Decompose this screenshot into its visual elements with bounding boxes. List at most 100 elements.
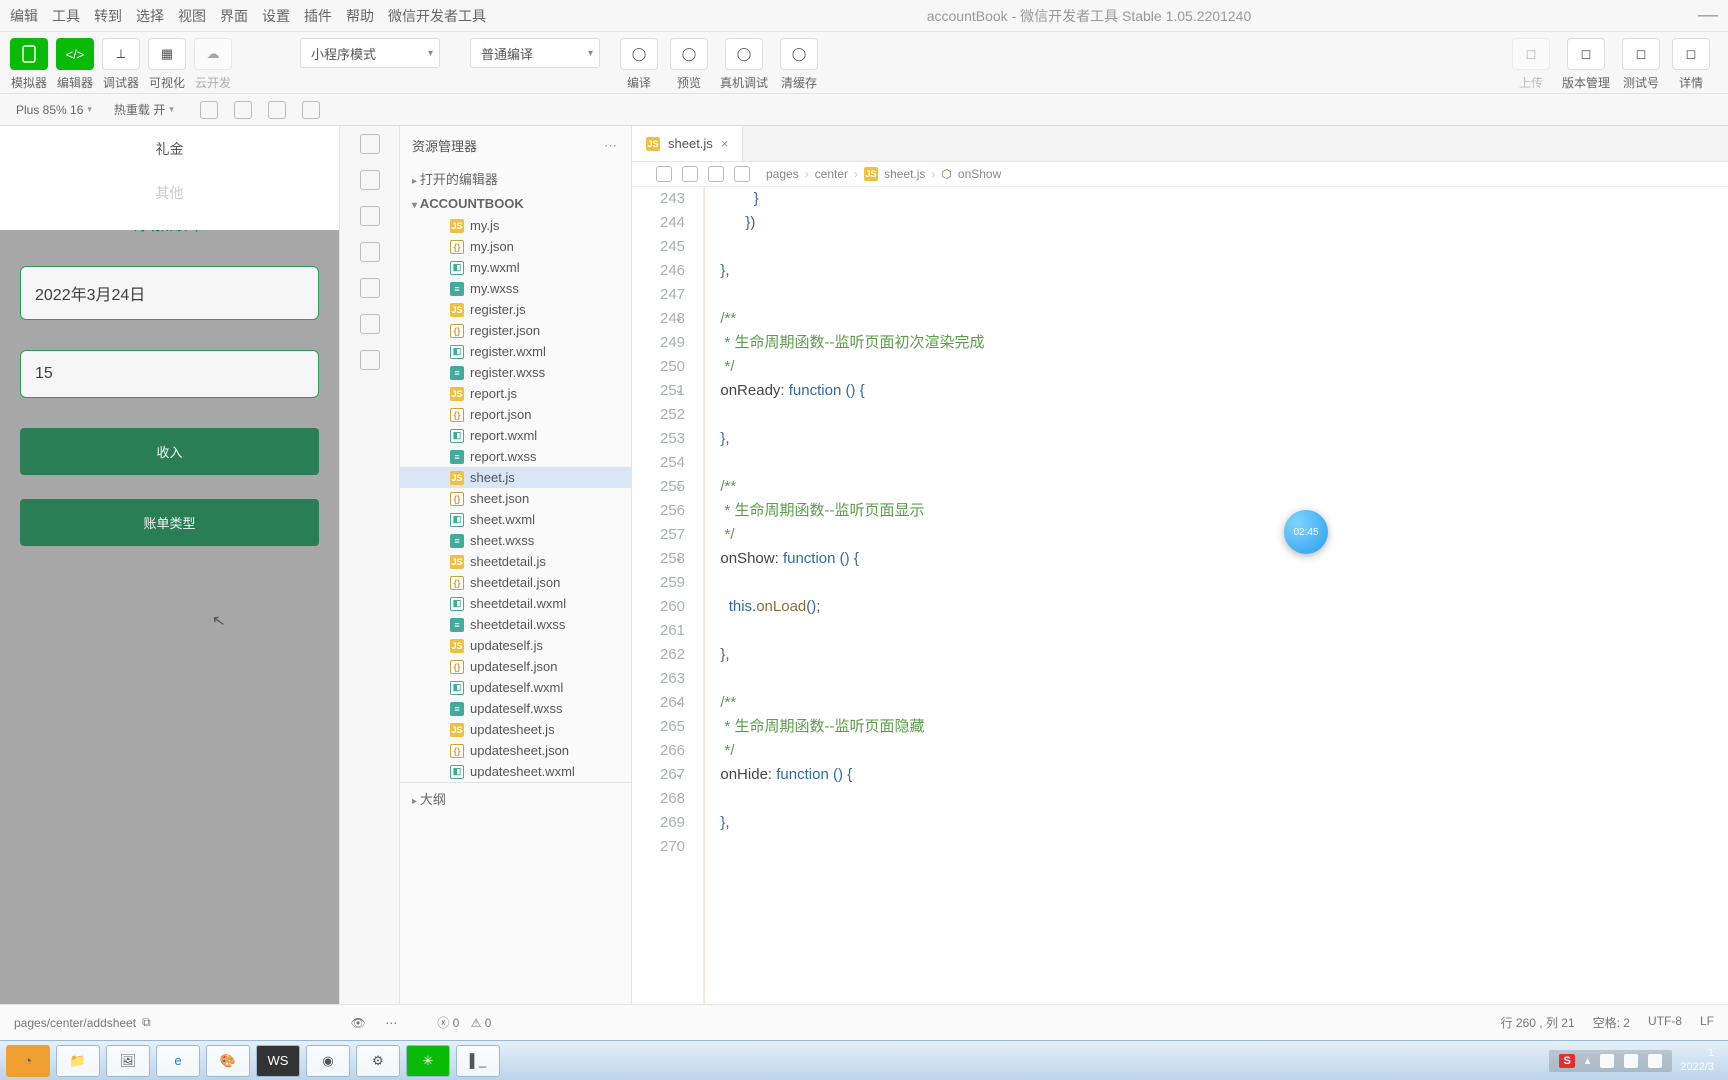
file-report.json[interactable]: {}report.json (400, 404, 631, 425)
more-icon[interactable]: ⋯ (385, 1016, 397, 1030)
explorer-more-icon[interactable]: ⋯ (604, 138, 619, 154)
device-select[interactable]: Plus 85% 16 (10, 101, 98, 119)
outline-section[interactable]: 大纲 (400, 782, 631, 814)
code-editor[interactable]: 243244245246247248⌄249250251⌄25225325425… (632, 187, 1728, 1004)
file-updatesheet.js[interactable]: JSupdatesheet.js (400, 719, 631, 740)
bug-icon[interactable] (360, 314, 380, 334)
task-icon-1[interactable]: ◔ (6, 1045, 50, 1077)
errors-icon[interactable]: ⓧ 0 (437, 1016, 459, 1030)
encoding-indicator[interactable]: UTF-8 (1648, 1014, 1682, 1031)
right-版本管理[interactable]: ◻ (1567, 38, 1605, 70)
editor-toggle[interactable]: </> (56, 38, 94, 70)
file-my.wxml[interactable]: ◧my.wxml (400, 257, 631, 278)
grid-icon[interactable] (360, 278, 380, 298)
file-updatesheet.json[interactable]: {}updatesheet.json (400, 740, 631, 761)
task-explorer-icon[interactable]: 📁 (56, 1045, 100, 1077)
file-updateself.wxss[interactable]: ≡updateself.wxss (400, 698, 631, 719)
sub-icon-3[interactable] (268, 101, 286, 119)
right-测试号[interactable]: ◻ (1622, 38, 1660, 70)
cloud-toggle[interactable]: ☁ (194, 38, 232, 70)
crumb-pages[interactable]: pages (766, 167, 799, 181)
search-icon[interactable] (360, 170, 380, 190)
simulator-toggle[interactable] (10, 38, 48, 70)
menu-插件[interactable]: 插件 (304, 8, 332, 24)
taskbar-clock[interactable]: 1 2022/3 (1672, 1047, 1722, 1073)
task-terminal-icon[interactable]: ▌_ (456, 1045, 500, 1077)
task-chrome-icon[interactable]: ◉ (306, 1045, 350, 1077)
warnings-icon[interactable]: ⚠ 0 (471, 1016, 492, 1030)
right-上传[interactable]: ◻ (1512, 38, 1550, 70)
menu-视图[interactable]: 视图 (178, 8, 206, 24)
minimize-button[interactable]: — (1698, 4, 1718, 27)
sub-icon-4[interactable] (302, 101, 320, 119)
visual-toggle[interactable]: ▦ (148, 38, 186, 70)
copy-icon[interactable] (360, 134, 380, 154)
copy-path-icon[interactable]: ⧉ (142, 1015, 151, 1030)
action-清缓存[interactable]: ◯ (780, 38, 818, 70)
picker-option[interactable]: 礼金 (0, 127, 339, 171)
file-sheet.json[interactable]: {}sheet.json (400, 488, 631, 509)
file-sheetdetail.js[interactable]: JSsheetdetail.js (400, 551, 631, 572)
eye-icon[interactable]: 👁 (351, 1016, 366, 1030)
file-register.js[interactable]: JSregister.js (400, 299, 631, 320)
file-sheet.wxml[interactable]: ◧sheet.wxml (400, 509, 631, 530)
menu-转到[interactable]: 转到 (94, 8, 122, 24)
sub-icon-2[interactable] (234, 101, 252, 119)
task-photos-icon[interactable]: 🖼 (106, 1045, 150, 1077)
picker-option[interactable]: 其他 (0, 171, 339, 215)
debugger-toggle[interactable]: ⟂ (102, 38, 140, 70)
file-register.json[interactable]: {}register.json (400, 320, 631, 341)
right-详情[interactable]: ◻ (1672, 38, 1710, 70)
branch-icon[interactable] (360, 206, 380, 226)
forward-icon[interactable] (734, 166, 750, 182)
menu-界面[interactable]: 界面 (220, 8, 248, 24)
sim-amount-input[interactable]: 15 (20, 350, 319, 398)
system-tray[interactable]: S ▴ (1549, 1050, 1672, 1072)
layout-icon[interactable] (360, 242, 380, 262)
floating-timer[interactable]: 02:45 (1284, 510, 1328, 554)
file-sheet.wxss[interactable]: ≡sheet.wxss (400, 530, 631, 551)
cursor-position[interactable]: 行 260 , 列 21 (1501, 1014, 1575, 1031)
list-icon[interactable] (656, 166, 672, 182)
tray-volume-icon[interactable] (1624, 1054, 1638, 1068)
tray-network-icon[interactable] (1648, 1054, 1662, 1068)
file-my.wxss[interactable]: ≡my.wxss (400, 278, 631, 299)
file-report.wxml[interactable]: ◧report.wxml (400, 425, 631, 446)
menu-选择[interactable]: 选择 (136, 8, 164, 24)
file-sheetdetail.json[interactable]: {}sheetdetail.json (400, 572, 631, 593)
status-path[interactable]: pages/center/addsheet (14, 1016, 136, 1030)
menu-帮助[interactable]: 帮助 (346, 8, 374, 24)
menu-编辑[interactable]: 编辑 (10, 8, 38, 24)
task-app1-icon[interactable]: 🎨 (206, 1045, 250, 1077)
eol-indicator[interactable]: LF (1700, 1014, 1714, 1031)
open-editors-section[interactable]: 打开的编辑器 (400, 165, 631, 192)
tray-up-icon[interactable]: ▴ (1585, 1054, 1591, 1067)
bookmark-icon[interactable] (682, 166, 698, 182)
action-真机调试[interactable]: ◯ (725, 38, 763, 70)
tab-close-icon[interactable]: × (721, 136, 729, 151)
file-my.js[interactable]: JSmy.js (400, 215, 631, 236)
menu-设置[interactable]: 设置 (262, 8, 290, 24)
settings-icon[interactable] (360, 350, 380, 370)
back-icon[interactable] (708, 166, 724, 182)
compile-select[interactable]: 普通编译 (470, 38, 600, 68)
file-register.wxss[interactable]: ≡register.wxss (400, 362, 631, 383)
crumb-center[interactable]: center (815, 167, 848, 181)
file-updatesheet.wxml[interactable]: ◧updatesheet.wxml (400, 761, 631, 782)
crumb-file[interactable]: sheet.js (884, 167, 925, 181)
mode-select[interactable]: 小程序模式 (300, 38, 440, 68)
project-root[interactable]: ACCOUNTBOOK (400, 192, 631, 215)
spaces-indicator[interactable]: 空格: 2 (1593, 1014, 1630, 1031)
sogou-icon[interactable]: S (1559, 1054, 1574, 1068)
file-updateself.js[interactable]: JSupdateself.js (400, 635, 631, 656)
tray-battery-icon[interactable] (1600, 1054, 1614, 1068)
sim-date-input[interactable]: 2022年3月24日 (20, 266, 319, 320)
file-my.json[interactable]: {}my.json (400, 236, 631, 257)
file-sheet.js[interactable]: JSsheet.js (400, 467, 631, 488)
task-devtools-icon[interactable]: ✳ (406, 1045, 450, 1077)
file-register.wxml[interactable]: ◧register.wxml (400, 341, 631, 362)
menu-工具[interactable]: 工具 (52, 8, 80, 24)
tab-sheet-js[interactable]: JS sheet.js × (632, 126, 743, 161)
task-webstorm-icon[interactable]: WS (256, 1045, 300, 1077)
file-updateself.json[interactable]: {}updateself.json (400, 656, 631, 677)
